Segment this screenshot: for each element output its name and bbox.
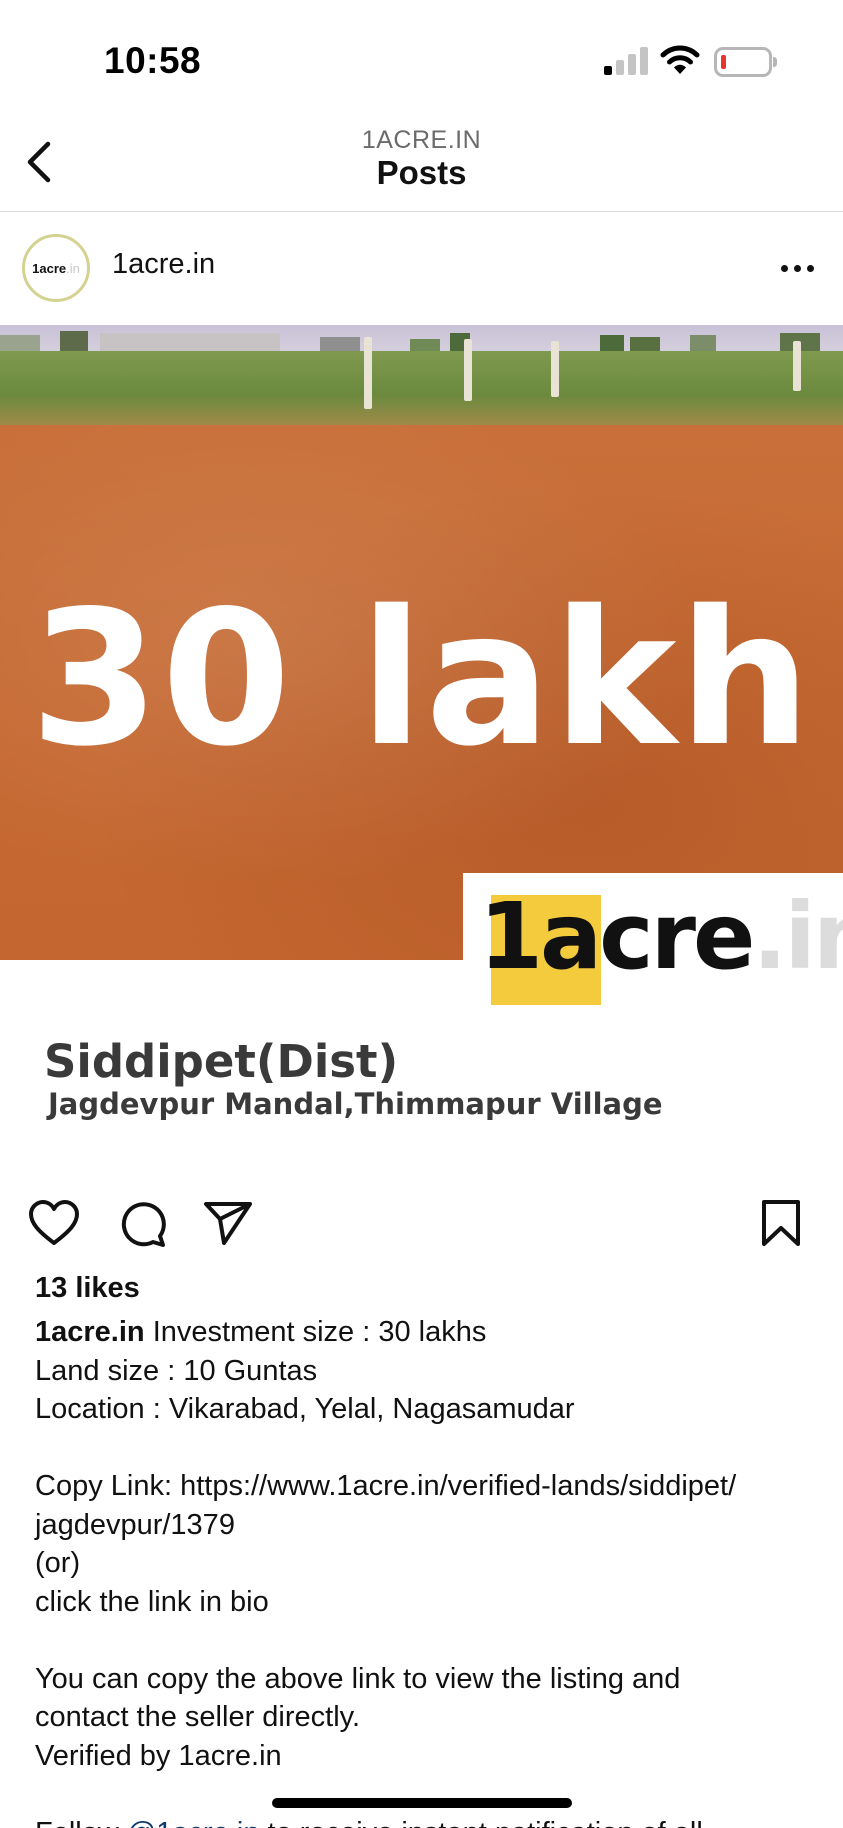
save-button[interactable] (752, 1194, 810, 1252)
caption-follow-text: Follow (35, 1817, 127, 1828)
caption-last-line: Follow @1acre.in to receive instant noti… (35, 1814, 815, 1828)
cellular-signal-icon (604, 47, 648, 75)
crop-field (0, 351, 843, 431)
caption-link-line[interactable]: Copy Link: https://www.1acre.in/verified… (35, 1467, 815, 1506)
caption-line: You can copy the above link to view the … (35, 1662, 681, 1695)
brand-logo-suffix: .in (752, 883, 843, 990)
caption-link-line[interactable]: jagdevpur/1379 (35, 1506, 815, 1545)
share-button[interactable] (199, 1194, 257, 1252)
mandal-village-text: Jagdevpur Mandal,Thimmapur Village (48, 1087, 663, 1121)
caption-line: click the link in bio (35, 1585, 269, 1618)
caption-line (35, 1429, 815, 1468)
fence-post (793, 341, 801, 391)
page-title: Posts (376, 154, 467, 191)
caption-line: Location : Vikarabad, Yelal, Nagasamudar (35, 1393, 575, 1425)
brand-logo-panel: 1acre.in (463, 873, 843, 1005)
post-header: 1acre.in 1acre.in (0, 212, 843, 324)
avatar-logo-main: 1acre (32, 260, 67, 276)
battery-cap (773, 57, 777, 67)
battery-low-icon (714, 47, 772, 77)
home-indicator[interactable] (272, 1798, 572, 1808)
fence-post (551, 341, 559, 397)
avatar-logo: 1acre.in (30, 259, 80, 276)
brand-logo-main: 1acre (479, 883, 755, 990)
avatar[interactable]: 1acre.in (22, 234, 90, 302)
like-button[interactable] (25, 1194, 83, 1252)
caption-first-line: 1acre.in Investment size : 30 lakhs (35, 1313, 815, 1352)
post-caption: 1acre.in Investment size : 30 lakhs Land… (35, 1313, 815, 1828)
caption-author[interactable]: 1acre.in (35, 1316, 145, 1348)
caption-mention[interactable]: @1acre.in (127, 1817, 260, 1828)
caption-follow-suffix: to receive instant notification of all (259, 1817, 703, 1828)
caption-line: Land size : 10 Guntas (35, 1354, 318, 1387)
heart-icon (29, 1200, 79, 1245)
brand-logo: 1acre.in (479, 883, 843, 1005)
avatar-logo-suffix: .in (66, 260, 80, 276)
nav-header: 1ACRE.IN Posts (0, 120, 843, 212)
status-bar: 10:58 (0, 0, 843, 120)
price-overlay-text: 30 lakh (30, 570, 813, 787)
caption-text: Investment size : 30 lakhs (144, 1316, 487, 1348)
nav-subtitle: 1ACRE.IN (361, 126, 482, 154)
status-time: 10:58 (104, 40, 202, 81)
wifi-icon (660, 44, 700, 76)
post-image[interactable]: 30 lakh 1acre.in Siddipet(Dist) Jagdevpu… (0, 325, 843, 1160)
caption-line: contact the seller directly. (35, 1701, 361, 1733)
land-photo: 30 lakh (0, 325, 843, 960)
more-dot (806, 264, 814, 272)
likes-count[interactable]: 13 likes (35, 1272, 140, 1305)
caption-line: Verified by 1acre.in (35, 1739, 282, 1772)
comment-bubble-icon (121, 1202, 166, 1247)
post-actions (0, 1188, 843, 1256)
more-horizontal-icon (780, 264, 788, 272)
send-paper-plane-icon (204, 1202, 252, 1245)
fence-post (364, 337, 372, 409)
more-dot (793, 264, 801, 272)
bookmark-icon (762, 1200, 800, 1246)
post-username[interactable]: 1acre.in (112, 248, 215, 281)
comment-button[interactable] (113, 1194, 171, 1252)
fence-post (464, 339, 472, 401)
more-options-button[interactable] (770, 248, 824, 288)
caption-line: (or) (35, 1547, 81, 1579)
district-text: Siddipet(Dist) (44, 1035, 399, 1088)
caption-line (35, 1621, 815, 1660)
